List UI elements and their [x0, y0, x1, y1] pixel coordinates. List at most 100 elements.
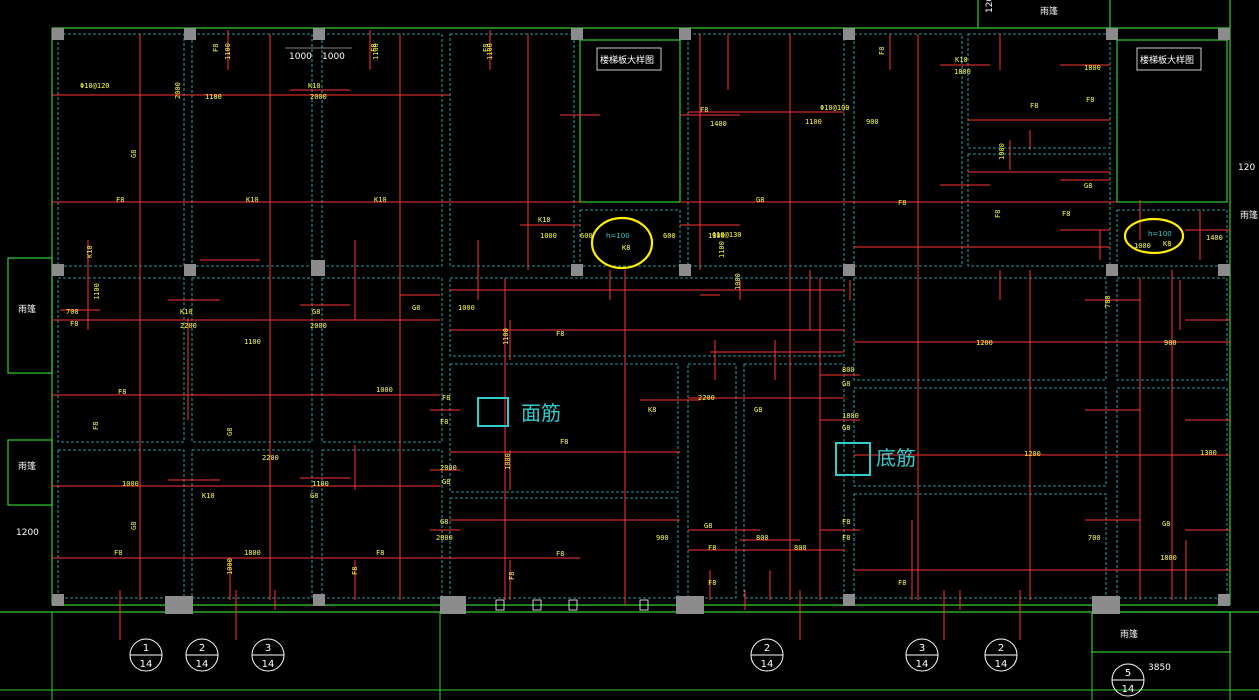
- rebar-label: 1100: [244, 338, 261, 346]
- dimension-3850: 3850: [1148, 663, 1171, 673]
- rebar-label: 1100: [502, 328, 510, 345]
- rebar-label: 1400: [1206, 234, 1223, 242]
- rebar-label: 2200: [180, 322, 197, 330]
- svg-text:h=100: h=100: [606, 232, 630, 240]
- axis-sheet: 14: [1122, 684, 1135, 695]
- axis-sheet: 14: [196, 659, 209, 670]
- rebar-label: 1800: [842, 412, 859, 420]
- axis-sheet: 14: [995, 659, 1008, 670]
- svg-text:楼梯板大样图: 楼梯板大样图: [1140, 54, 1194, 66]
- axis-sheet: 14: [262, 659, 275, 670]
- rebar-label: 1400: [710, 120, 727, 128]
- rebar-label: G8: [226, 428, 234, 436]
- axis-circle: 314: [251, 638, 285, 672]
- rebar-label: F8: [376, 549, 384, 557]
- rebar-label: 1180: [205, 93, 222, 101]
- rebar-label: F8: [556, 550, 564, 558]
- legend-top-bar: 面筋: [477, 397, 561, 427]
- dimension-120-right: 120: [1238, 163, 1255, 173]
- rebar-label: 1100: [718, 241, 726, 258]
- axis-number: 2: [199, 643, 205, 654]
- rebar-label: 1000: [226, 558, 234, 575]
- columns: [52, 28, 1230, 614]
- rebar-label: 1100: [486, 43, 494, 60]
- canopy-label-top-right: 雨篷: [1040, 5, 1058, 17]
- canopy-label-left-1: 雨篷: [18, 303, 36, 315]
- axis-number: 1: [143, 643, 149, 654]
- axis-circle: 314: [905, 638, 939, 672]
- svg-text:面筋: 面筋: [521, 401, 561, 425]
- floor-slab-reinforcement-plan: h=100 K8 h=100 K8 楼梯板大样图 楼梯板大样图 雨篷 雨篷 雨篷…: [0, 0, 1259, 700]
- dimension-1200: 1200: [16, 528, 39, 538]
- rebar-label: F8: [1062, 210, 1070, 218]
- rebar-label: F8: [114, 549, 122, 557]
- axis-circle: 514: [1111, 663, 1145, 697]
- axis-number: 5: [1125, 668, 1131, 679]
- rebar-lines: [52, 30, 1230, 640]
- rebar-label: G8: [442, 478, 450, 486]
- rebar-label: G8: [842, 424, 850, 432]
- dimension-120-top: 120: [985, 0, 995, 13]
- rebar-label: G8: [756, 196, 764, 204]
- rebar-label: G8: [312, 308, 320, 316]
- rebar-label: F8: [708, 579, 716, 587]
- rebar-label: F8: [878, 47, 886, 55]
- rebar-label: F8: [92, 422, 100, 430]
- rebar-label: 1800: [1160, 554, 1177, 562]
- rebar-label: 700: [1088, 534, 1101, 542]
- rebar-label: G8: [754, 406, 762, 414]
- axis-number: 2: [764, 643, 770, 654]
- rebar-label: K8: [648, 406, 656, 414]
- rebar-label: 2000: [310, 322, 327, 330]
- svg-text:K8: K8: [622, 244, 630, 252]
- rebar-label: 800: [842, 366, 855, 374]
- rebar-label: 1000: [1134, 242, 1151, 250]
- rebar-label: K10: [308, 82, 321, 90]
- rebar-label: G8: [310, 492, 318, 500]
- rebar-label: F8: [70, 320, 78, 328]
- rebar-label: Φ10@120: [80, 82, 110, 90]
- dimension-1000-b: 1000: [322, 52, 345, 62]
- axis-lines: [0, 612, 1259, 700]
- rebar-label: F8: [1030, 102, 1038, 110]
- rebar-label: G8: [130, 150, 138, 158]
- slab-panels: [57, 33, 1228, 599]
- rebar-label: 600: [663, 232, 676, 240]
- rebar-label: F8: [560, 438, 568, 446]
- rebar-label: F8: [440, 418, 448, 426]
- rebar-label: G8: [1162, 520, 1170, 528]
- rebar-label: 700: [66, 308, 79, 316]
- canopy-label-left-2: 雨篷: [18, 460, 36, 472]
- rebar-label: F8: [700, 106, 708, 114]
- rebar-label: 1100: [372, 43, 380, 60]
- rebar-label: 1000: [458, 304, 475, 312]
- rebar-label: 700: [1104, 295, 1112, 308]
- rebar-label: F8: [556, 330, 564, 338]
- rebar-label: F8: [116, 196, 124, 204]
- rebar-label: K10: [180, 308, 193, 316]
- rebar-label: F8: [212, 44, 220, 52]
- axis-circle: 114: [129, 638, 163, 672]
- rebar-label: G8: [412, 304, 420, 312]
- rebar-label: 1000: [540, 232, 557, 240]
- legend-bottom-bar: 底筋: [835, 442, 916, 476]
- rebar-label: F8: [118, 388, 126, 396]
- rebar-label: 600: [580, 232, 593, 240]
- axis-circles: 114214314214314214514: [129, 638, 1145, 697]
- rebar-label: G8: [130, 522, 138, 530]
- rebar-label: 900: [656, 534, 669, 542]
- rebar-label: F8: [351, 567, 359, 575]
- rebar-label: 1000: [122, 480, 139, 488]
- rebar-labels: Φ10@120 1180 K10 2000 G8 2000 F8 1100 F8 1100 F8 11…: [66, 43, 1223, 587]
- axis-number: 2: [998, 643, 1004, 654]
- rebar-label: F8: [842, 534, 850, 542]
- rebar-label: F8: [508, 572, 516, 580]
- rebar-label: 1000: [376, 386, 393, 394]
- axis-sheet: 14: [916, 659, 929, 670]
- rebar-label: 1800: [954, 68, 971, 76]
- rebar-label: F8: [1086, 96, 1094, 104]
- rebar-label: F8: [898, 199, 906, 207]
- rebar-label: 2000: [310, 93, 327, 101]
- rebar-label: 1100: [312, 480, 329, 488]
- rebar-label: F8: [442, 394, 450, 402]
